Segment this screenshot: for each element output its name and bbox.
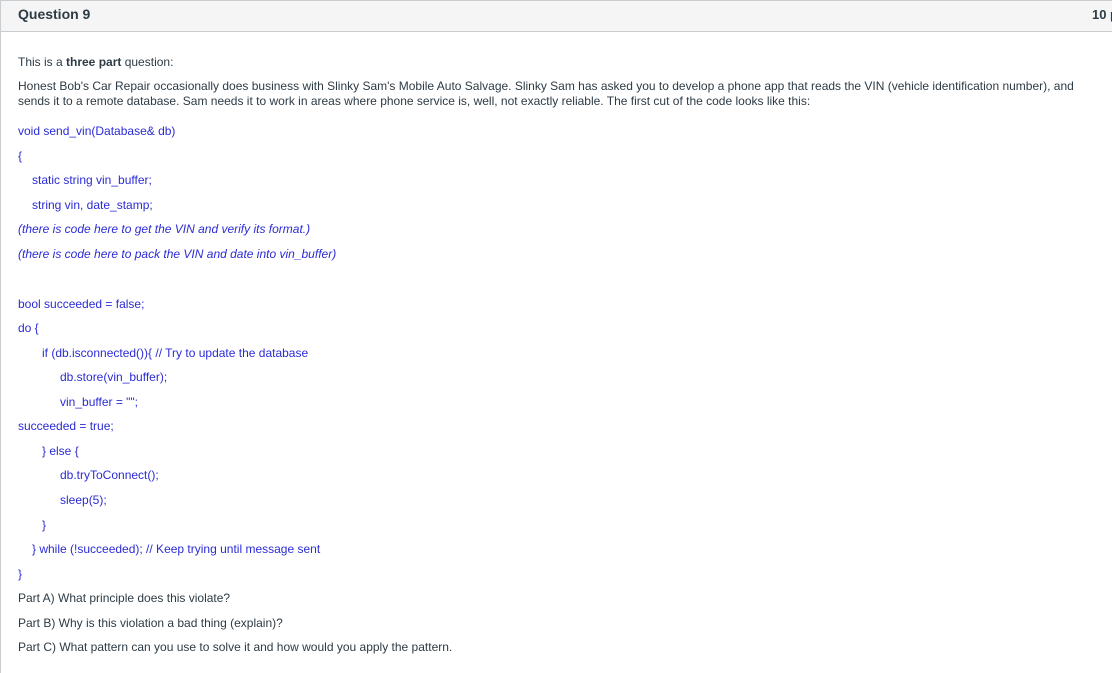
- code-line: db.tryToConnect();: [60, 468, 159, 482]
- code-line: void send_vin(Database& db): [18, 124, 176, 138]
- intro-suffix: question:: [121, 55, 174, 69]
- question-description: Honest Bob's Car Repair occasionally doe…: [18, 79, 1074, 108]
- question-points: 10 p: [1091, 7, 1112, 22]
- code-line: } while (!succeeded); // Keep trying unt…: [32, 542, 321, 556]
- intro-bold: three part: [66, 55, 122, 69]
- code-line: sleep(5);: [60, 493, 107, 507]
- part-a-text: Part A) What principle does this violate…: [18, 591, 231, 605]
- code-line: succeeded = true;: [18, 419, 114, 433]
- code-line: bool succeeded = false;: [18, 297, 145, 311]
- code-line: string vin, date_stamp;: [32, 198, 153, 212]
- code-line: }: [42, 518, 47, 532]
- code-comment: (there is code here to get the VIN and v…: [18, 222, 311, 236]
- code-line: do {: [18, 321, 39, 335]
- code-line: vin_buffer = "";: [60, 395, 139, 409]
- part-b-text: Part B) Why is this violation a bad thin…: [18, 616, 283, 630]
- code-line: if (db.isconnected()){ // Try to update …: [42, 346, 309, 360]
- question-header: Question 9 10 p: [1, 0, 1112, 32]
- code-comment: (there is code here to pack the VIN and …: [18, 247, 337, 261]
- code-line: }: [18, 567, 23, 581]
- code-line: db.store(vin_buffer);: [60, 370, 168, 384]
- part-c-text: Part C) What pattern can you use to solv…: [18, 640, 453, 654]
- code-line: static string vin_buffer;: [32, 173, 152, 187]
- intro-prefix: This is a: [18, 55, 67, 69]
- question-title: Question 9: [18, 6, 91, 22]
- code-line: {: [18, 149, 23, 163]
- question-card: Question 9 10 p This is a three part que…: [0, 0, 1112, 673]
- code-line: } else {: [42, 444, 79, 458]
- intro-text: This is a three part question:: [18, 55, 173, 70]
